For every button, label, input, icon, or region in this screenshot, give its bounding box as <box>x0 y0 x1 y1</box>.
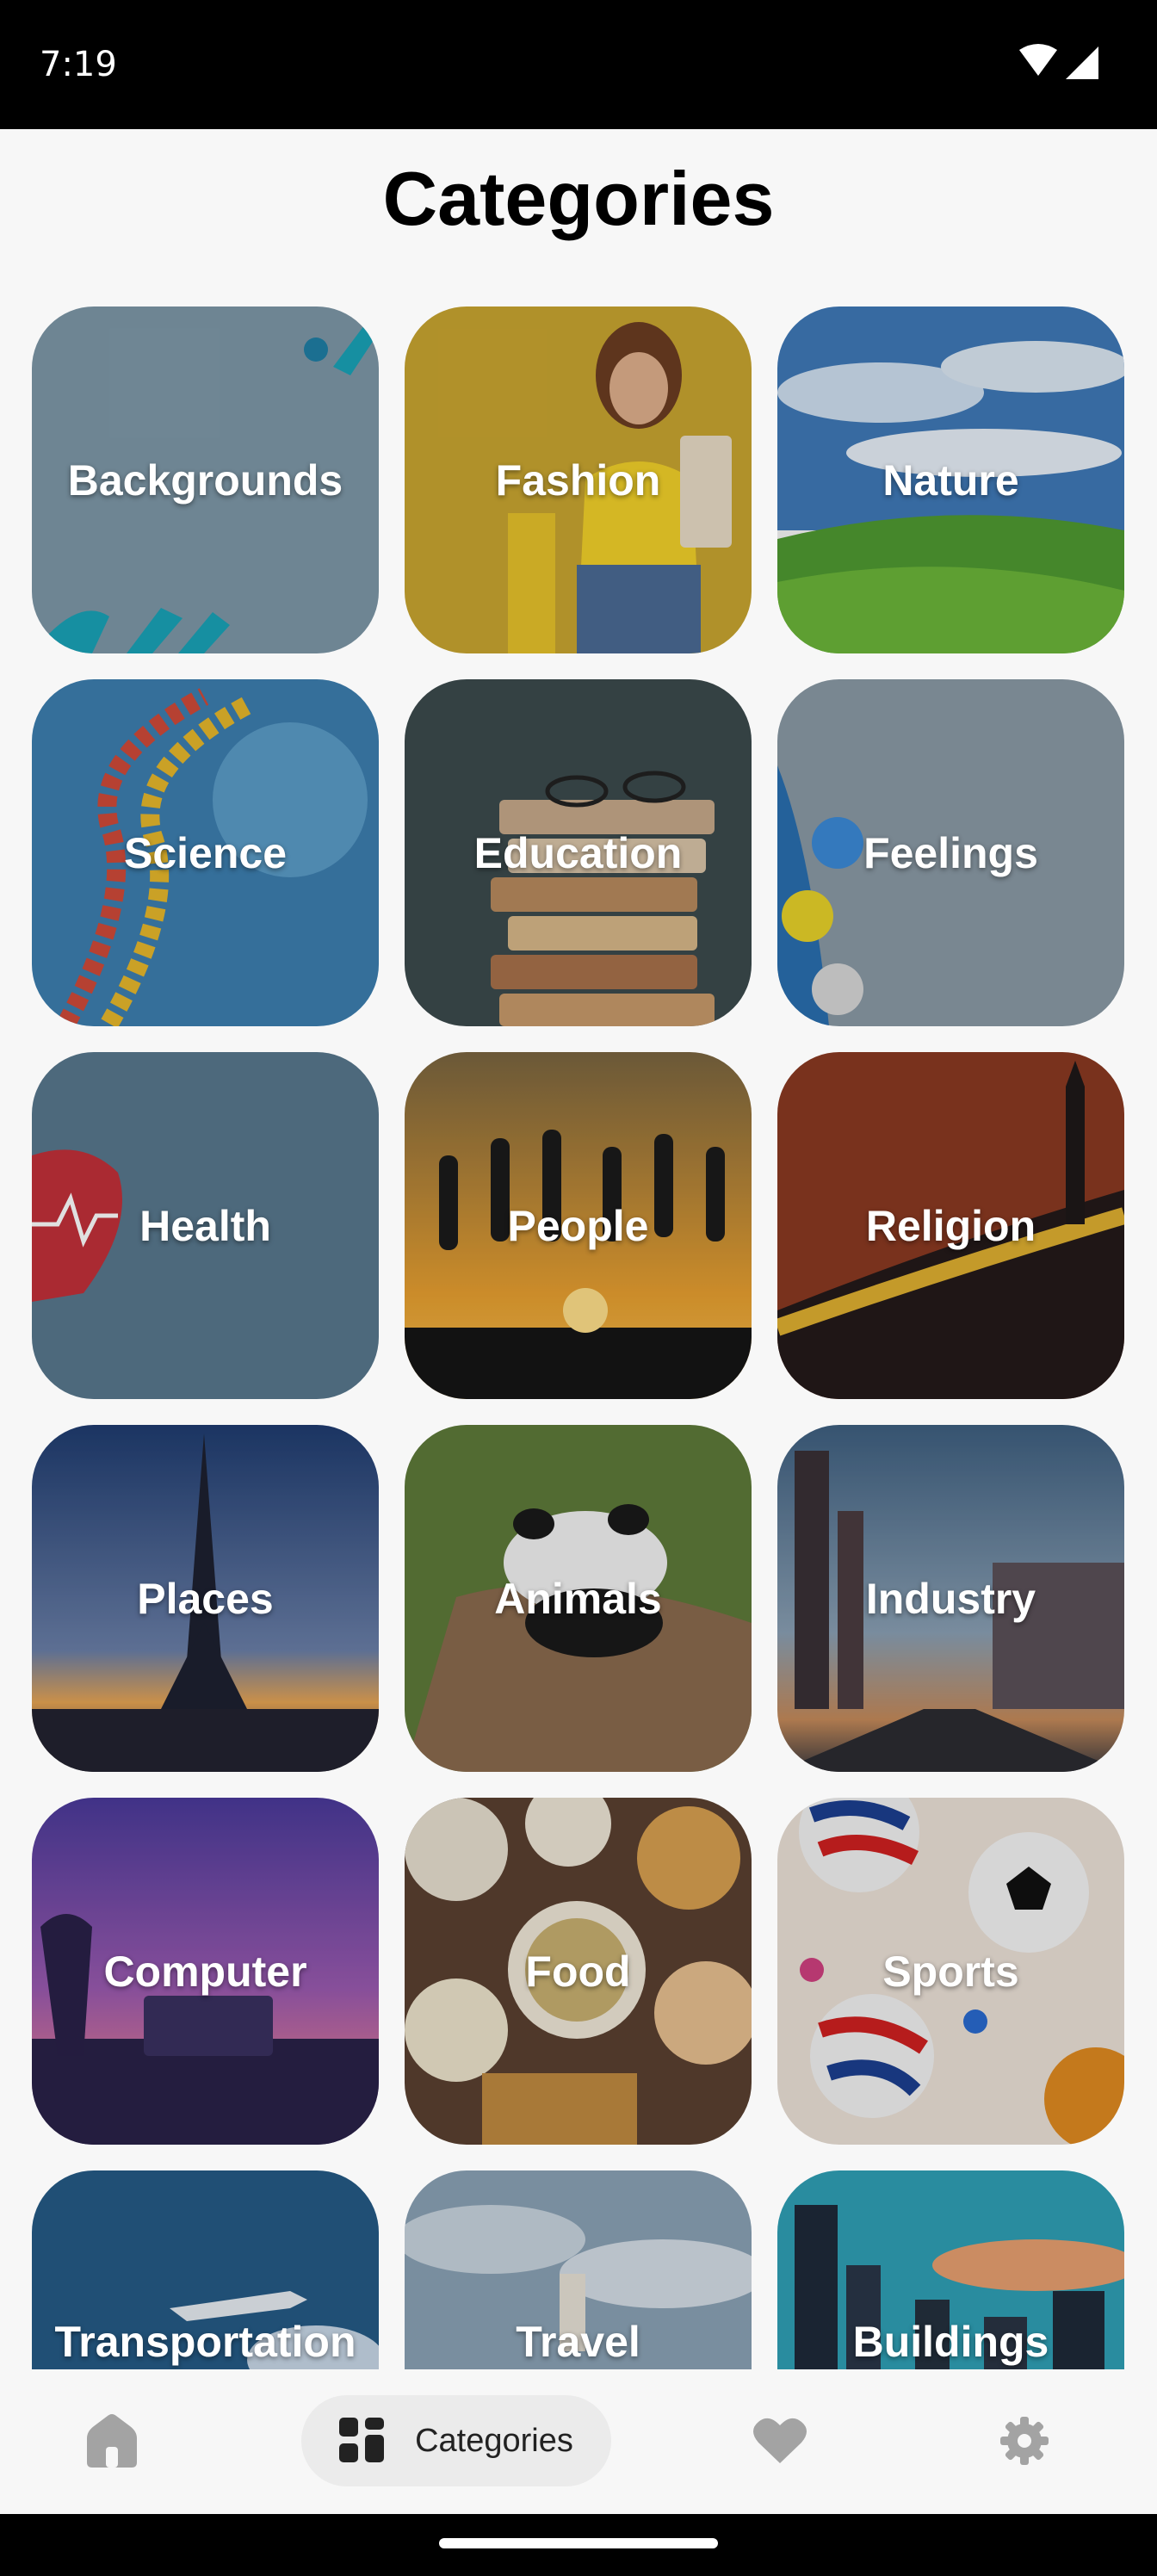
category-tile-industry[interactable]: Industry <box>777 1425 1124 1772</box>
category-label: Sports <box>882 1947 1019 1996</box>
category-tile-health[interactable]: Health <box>32 1052 379 1399</box>
category-tile-places[interactable]: Places <box>32 1425 379 1772</box>
category-label: Fashion <box>495 455 661 505</box>
grid-icon <box>339 2418 385 2462</box>
category-label: Science <box>123 828 287 877</box>
nav-home[interactable] <box>69 2395 155 2486</box>
category-label: Animals <box>494 1574 662 1623</box>
category-tile-computer[interactable]: Computer <box>32 1798 379 2145</box>
category-label: Health <box>139 1201 271 1250</box>
category-label: Industry <box>865 1574 1036 1623</box>
category-tile-feelings[interactable]: Feelings <box>777 679 1124 1026</box>
nav-categories[interactable]: Categories <box>301 2395 611 2486</box>
category-label: Transportation <box>54 2318 356 2366</box>
category-tile-transportation[interactable]: Transportation <box>32 2170 379 2369</box>
category-label: Places <box>137 1574 274 1623</box>
gesture-bar <box>0 2514 1157 2576</box>
category-tile-science[interactable]: Science <box>32 679 379 1026</box>
category-label: Religion <box>865 1201 1036 1250</box>
nav-favorites[interactable] <box>737 2395 823 2486</box>
category-tile-people[interactable]: People <box>405 1052 752 1399</box>
status-icons <box>1019 44 1098 79</box>
category-tile-travel[interactable]: Travel <box>405 2170 752 2369</box>
gear-icon <box>1000 2417 1049 2465</box>
category-label: Feelings <box>863 828 1038 877</box>
home-icon <box>87 2414 137 2468</box>
page-title: Categories <box>382 156 775 241</box>
category-label: Travel <box>516 2318 640 2366</box>
category-tile-backgrounds[interactable]: Backgrounds <box>32 307 379 653</box>
status-time: 7:19 <box>40 45 117 84</box>
category-tile-fashion[interactable]: Fashion <box>405 307 752 653</box>
category-tile-animals[interactable]: Animals <box>405 1425 752 1772</box>
heart-icon <box>753 2418 807 2463</box>
wifi-icon <box>1019 44 1057 76</box>
category-label: Buildings <box>852 2318 1049 2366</box>
category-tile-sports[interactable]: Sports <box>777 1798 1124 2145</box>
category-tile-religion[interactable]: Religion <box>777 1052 1124 1399</box>
bottom-navigation: Categories <box>0 2369 1157 2514</box>
category-tile-nature[interactable]: Nature <box>777 307 1124 653</box>
category-label: Food <box>525 1947 631 1996</box>
home-gesture-handle[interactable] <box>439 2538 718 2548</box>
category-label: Computer <box>103 1947 307 1996</box>
category-tile-food[interactable]: Food <box>405 1798 752 2145</box>
signal-icon <box>1066 46 1098 79</box>
category-label: Education <box>473 828 683 877</box>
category-grid[interactable]: Backgrounds Fashion Nature Science Educa… <box>0 307 1157 2369</box>
category-label: Nature <box>882 455 1019 505</box>
status-bar: 7:19 <box>0 0 1157 129</box>
category-label: People <box>507 1201 649 1250</box>
category-tile-buildings[interactable]: Buildings <box>777 2170 1124 2369</box>
nav-settings[interactable] <box>981 2395 1067 2486</box>
category-tile-education[interactable]: Education <box>405 679 752 1026</box>
category-label: Backgrounds <box>67 455 343 505</box>
nav-categories-label: Categories <box>415 2422 573 2459</box>
